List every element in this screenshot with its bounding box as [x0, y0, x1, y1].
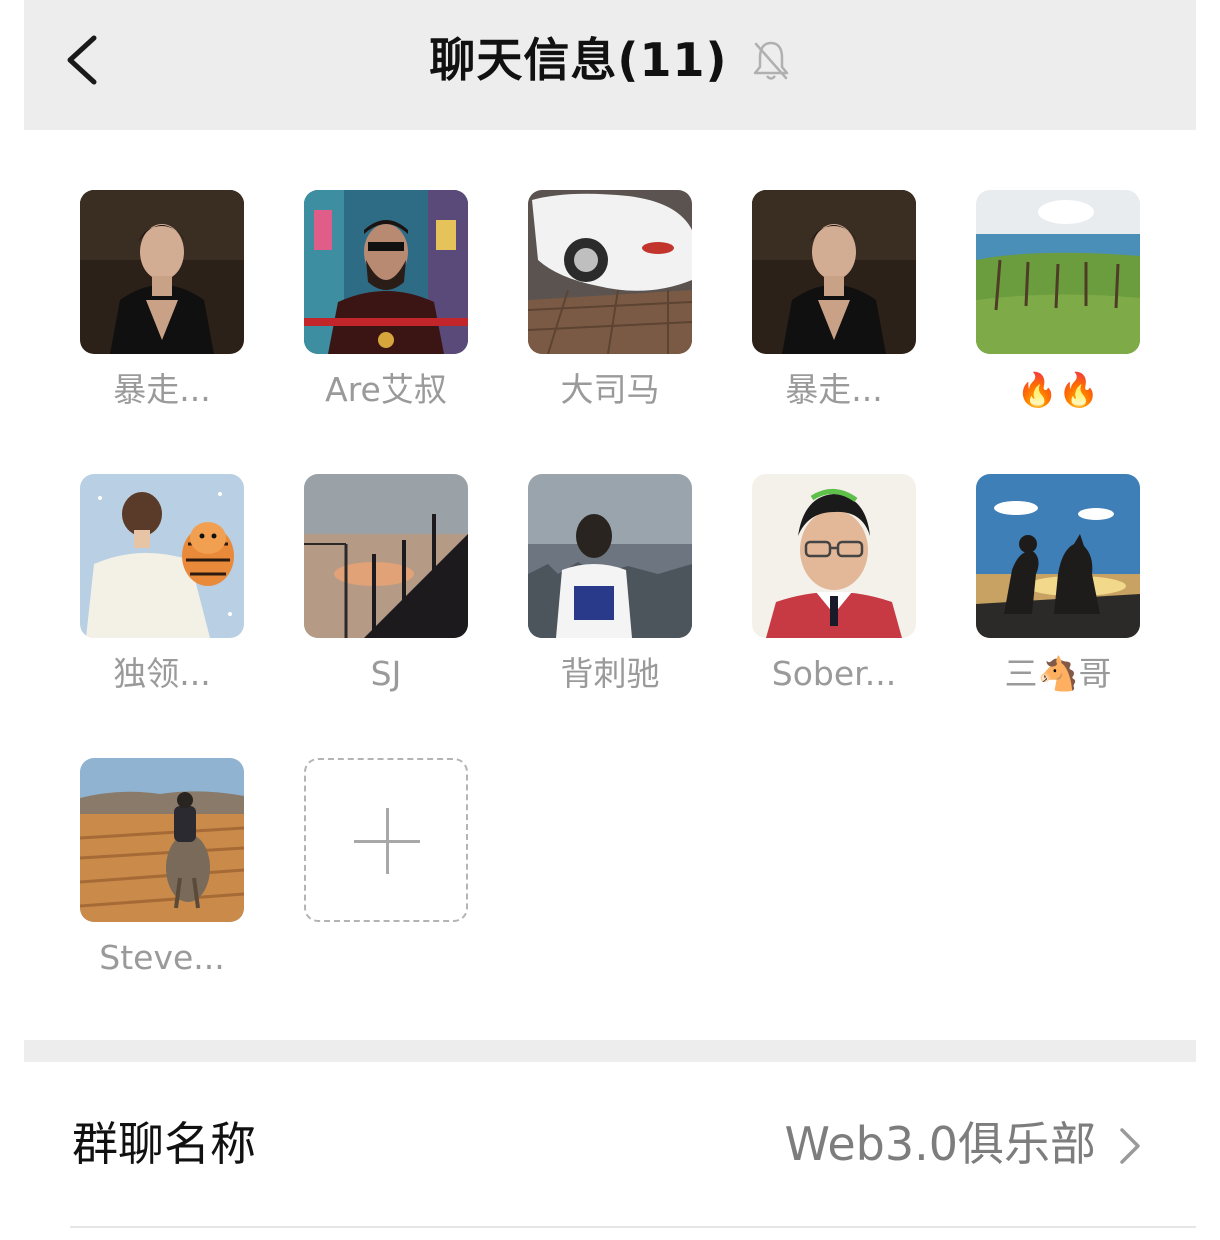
- member-item[interactable]: 三🐴哥: [976, 474, 1140, 696]
- member-item[interactable]: SJ: [304, 474, 468, 696]
- group-name-label: 群聊名称: [72, 1117, 256, 1171]
- add-member-button[interactable]: [304, 758, 468, 922]
- member-name: 独领...: [113, 654, 211, 693]
- member-name: Steve...: [99, 938, 225, 977]
- member-name: 暴走...: [113, 370, 211, 409]
- header-bar: 聊天信息(11): [24, 0, 1196, 130]
- avatar: [752, 474, 916, 638]
- member-item[interactable]: 🔥🔥: [976, 190, 1140, 412]
- avatar: [304, 190, 468, 354]
- right-edge: [1196, 0, 1220, 1240]
- member-name: 暴走...: [785, 370, 883, 409]
- avatar: [976, 190, 1140, 354]
- member-item[interactable]: Steve...: [80, 758, 244, 980]
- avatar: [976, 474, 1140, 638]
- member-name: Sober...: [771, 654, 897, 693]
- section-separator: [24, 1040, 1196, 1062]
- avatar: [80, 758, 244, 922]
- title-area: 聊天信息(11): [24, 28, 1196, 92]
- member-name: 背刺驰: [560, 654, 660, 693]
- member-item[interactable]: 大司马: [528, 190, 692, 412]
- member-name: 🔥🔥: [1016, 370, 1100, 409]
- member-item[interactable]: 独领...: [80, 474, 244, 696]
- avatar: [528, 474, 692, 638]
- chevron-right-icon: [1120, 1128, 1140, 1164]
- page-title: 聊天信息(11): [429, 33, 728, 87]
- left-edge: [0, 0, 24, 1240]
- member-name: 三🐴哥: [1004, 654, 1112, 693]
- members-grid: 暴走... Are艾叔 大司马 暴走... 🔥🔥 独领... SJ 背刺驰 So…: [24, 130, 1196, 1040]
- member-name: Are艾叔: [325, 370, 447, 409]
- group-name-value: Web3.0俱乐部: [784, 1117, 1096, 1171]
- avatar: [80, 190, 244, 354]
- avatar: [80, 474, 244, 638]
- avatar: [528, 190, 692, 354]
- add-member-item[interactable]: [304, 758, 468, 922]
- avatar: [304, 474, 468, 638]
- bell-off-icon: [753, 41, 788, 80]
- member-item[interactable]: 背刺驰: [528, 474, 692, 696]
- avatar: [752, 190, 916, 354]
- member-item[interactable]: Are艾叔: [304, 190, 468, 412]
- row-divider: [70, 1226, 1196, 1228]
- member-item[interactable]: Sober...: [752, 474, 916, 696]
- member-name: 大司马: [560, 370, 660, 409]
- member-item[interactable]: 暴走...: [80, 190, 244, 412]
- member-item[interactable]: 暴走...: [752, 190, 916, 412]
- group-name-row[interactable]: 群聊名称 Web3.0俱乐部: [24, 1062, 1196, 1228]
- member-name: SJ: [370, 654, 402, 693]
- chat-info-screen: 聊天信息(11) 暴走... Are艾叔 大司马 暴走... 🔥🔥 独领... …: [24, 0, 1196, 1240]
